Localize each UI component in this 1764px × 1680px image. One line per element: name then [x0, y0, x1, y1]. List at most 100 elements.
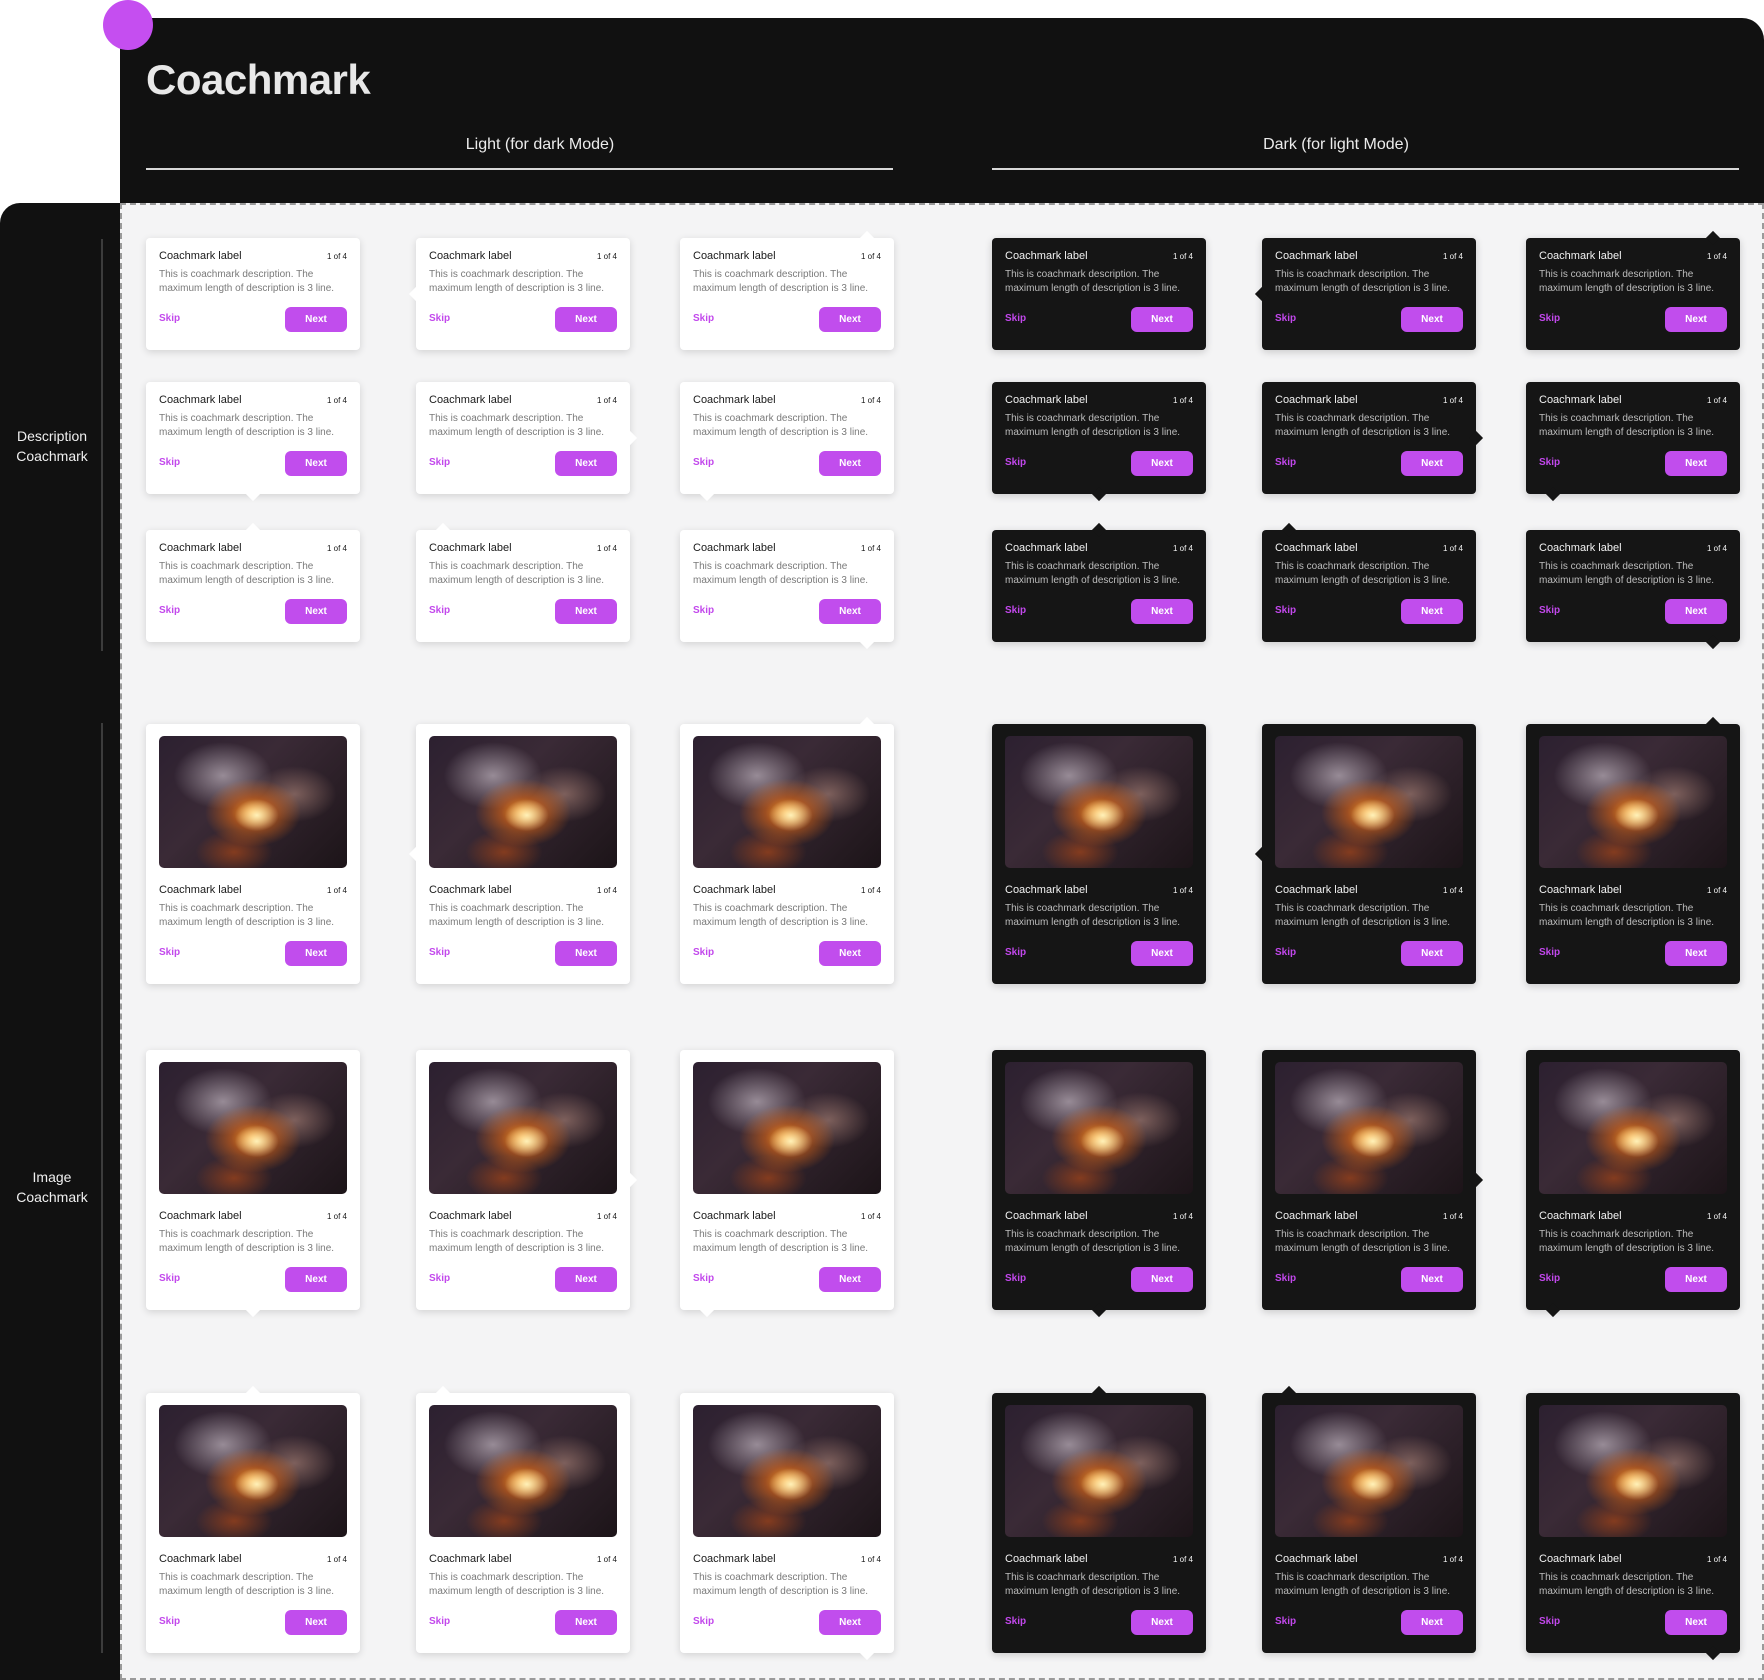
skip-button[interactable]: Skip [1539, 1273, 1560, 1284]
skip-button[interactable]: Skip [1005, 947, 1026, 958]
next-button[interactable]: Next [285, 307, 347, 332]
next-button[interactable]: Next [1401, 599, 1463, 624]
skip-button[interactable]: Skip [1275, 313, 1296, 324]
skip-button[interactable]: Skip [693, 947, 714, 958]
skip-button[interactable]: Skip [159, 1273, 180, 1284]
image-coachmark-card: Coachmark label 1 of 4 This is coachmark d… [1526, 1050, 1740, 1318]
next-button[interactable]: Next [1401, 941, 1463, 966]
skip-button[interactable]: Skip [159, 313, 180, 324]
next-button[interactable]: Next [555, 599, 617, 624]
step-counter: 1 of 4 [596, 886, 617, 895]
next-button[interactable]: Next [1665, 451, 1727, 476]
next-button[interactable]: Next [1665, 1267, 1727, 1292]
skip-button[interactable]: Skip [1005, 1616, 1026, 1627]
skip-button[interactable]: Skip [159, 605, 180, 616]
next-button[interactable]: Next [1131, 451, 1193, 476]
next-button[interactable]: Next [819, 451, 881, 476]
pointer-arrow [245, 486, 261, 502]
image-coachmark-card: Coachmark label 1 of 4 This is coachmark d… [146, 1050, 360, 1318]
next-button[interactable]: Next [1131, 941, 1193, 966]
next-button[interactable]: Next [1131, 599, 1193, 624]
skip-button[interactable]: Skip [1005, 313, 1026, 324]
step-counter: 1 of 4 [1706, 1555, 1727, 1564]
next-button[interactable]: Next [285, 1267, 347, 1292]
skip-button[interactable]: Skip [1275, 1616, 1296, 1627]
skip-button[interactable]: Skip [1275, 605, 1296, 616]
skip-button[interactable]: Skip [429, 1273, 450, 1284]
skip-button[interactable]: Skip [693, 457, 714, 468]
next-button[interactable]: Next [1665, 307, 1727, 332]
next-button[interactable]: Next [1665, 1610, 1727, 1635]
step-counter: 1 of 4 [1442, 886, 1463, 895]
skip-button[interactable]: Skip [1005, 605, 1026, 616]
skip-button[interactable]: Skip [429, 947, 450, 958]
next-button[interactable]: Next [285, 941, 347, 966]
next-button[interactable]: Next [1131, 307, 1193, 332]
image-coachmark-card: Coachmark label 1 of 4 This is coachmark d… [1526, 1393, 1740, 1661]
coachmark-label: Coachmark label [1539, 1553, 1622, 1565]
next-button[interactable]: Next [285, 451, 347, 476]
coachmark-label: Coachmark label [1539, 1210, 1622, 1222]
description-coachmark-card: Coachmark label 1 of 4 This is coachmark d… [680, 230, 894, 350]
skip-button[interactable]: Skip [1275, 1273, 1296, 1284]
next-button[interactable]: Next [819, 599, 881, 624]
pointer-arrow [245, 1302, 261, 1318]
next-button[interactable]: Next [285, 599, 347, 624]
next-button[interactable]: Next [555, 451, 617, 476]
next-button[interactable]: Next [819, 307, 881, 332]
skip-button[interactable]: Skip [1539, 457, 1560, 468]
skip-button[interactable]: Skip [1539, 313, 1560, 324]
coachmark-label: Coachmark label [693, 250, 776, 262]
next-button[interactable]: Next [555, 307, 617, 332]
coachmark-description: This is coachmark description. The maxim… [429, 1572, 605, 1597]
coachmark-description: This is coachmark description. The maxim… [429, 1229, 605, 1254]
skip-button[interactable]: Skip [1275, 457, 1296, 468]
coachmark-image [159, 1062, 347, 1194]
skip-button[interactable]: Skip [693, 1616, 714, 1627]
skip-button[interactable]: Skip [1539, 1616, 1560, 1627]
coachmark-description: This is coachmark description. The maxim… [1005, 1229, 1181, 1254]
skip-button[interactable]: Skip [693, 1273, 714, 1284]
next-button[interactable]: Next [1665, 599, 1727, 624]
skip-button[interactable]: Skip [159, 457, 180, 468]
next-button[interactable]: Next [1401, 1610, 1463, 1635]
coachmark-label: Coachmark label [1539, 884, 1622, 896]
skip-button[interactable]: Skip [159, 947, 180, 958]
skip-button[interactable]: Skip [429, 605, 450, 616]
skip-button[interactable]: Skip [429, 457, 450, 468]
next-button[interactable]: Next [1665, 941, 1727, 966]
skip-button[interactable]: Skip [1005, 1273, 1026, 1284]
next-button[interactable]: Next [819, 1267, 881, 1292]
next-button[interactable]: Next [1131, 1610, 1193, 1635]
skip-button[interactable]: Skip [1005, 457, 1026, 468]
coachmark-image [1539, 736, 1727, 868]
next-button[interactable]: Next [819, 941, 881, 966]
coachmark-label: Coachmark label [1539, 394, 1622, 406]
next-button[interactable]: Next [555, 1610, 617, 1635]
skip-button[interactable]: Skip [1539, 605, 1560, 616]
next-button[interactable]: Next [285, 1610, 347, 1635]
coachmark-label: Coachmark label [1275, 1553, 1358, 1565]
skip-button[interactable]: Skip [429, 1616, 450, 1627]
next-button[interactable]: Next [555, 941, 617, 966]
next-button[interactable]: Next [1401, 307, 1463, 332]
skip-button[interactable]: Skip [159, 1616, 180, 1627]
coachmark-description: This is coachmark description. The maxim… [1539, 903, 1715, 928]
step-counter: 1 of 4 [860, 1212, 881, 1221]
coachmark-label: Coachmark label [429, 250, 512, 262]
next-button[interactable]: Next [1131, 1267, 1193, 1292]
next-button[interactable]: Next [819, 1610, 881, 1635]
skip-button[interactable]: Skip [1275, 947, 1296, 958]
image-coachmark-card: Coachmark label 1 of 4 This is coachmark d… [146, 1385, 360, 1653]
pointer-arrow [1281, 1385, 1297, 1401]
step-counter: 1 of 4 [326, 1212, 347, 1221]
skip-button[interactable]: Skip [429, 313, 450, 324]
coachmark-label: Coachmark label [1005, 884, 1088, 896]
next-button[interactable]: Next [555, 1267, 617, 1292]
coachmark-label: Coachmark label [693, 1553, 776, 1565]
skip-button[interactable]: Skip [1539, 947, 1560, 958]
skip-button[interactable]: Skip [693, 313, 714, 324]
next-button[interactable]: Next [1401, 451, 1463, 476]
next-button[interactable]: Next [1401, 1267, 1463, 1292]
skip-button[interactable]: Skip [693, 605, 714, 616]
